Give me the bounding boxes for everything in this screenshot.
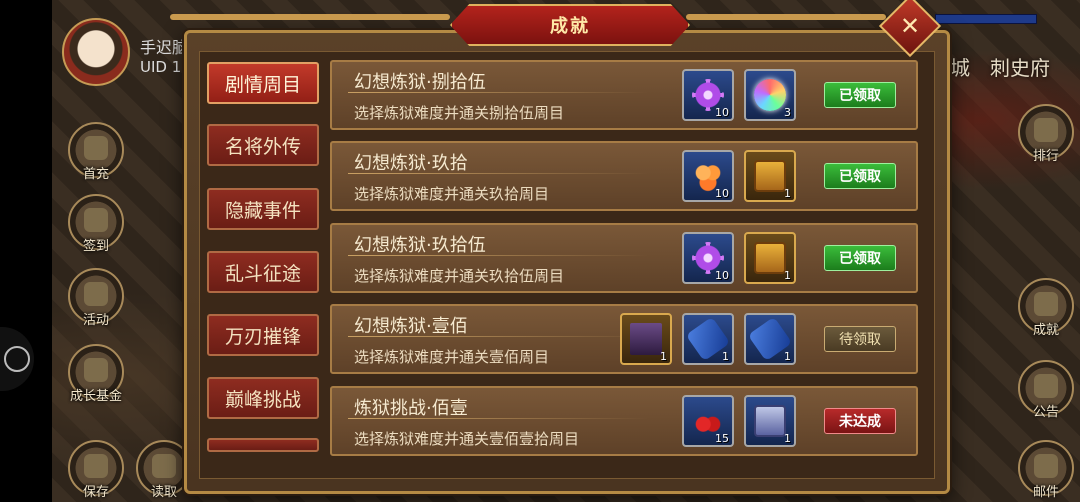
player-name: 手迟脑 [140, 38, 189, 57]
row-divider [348, 418, 648, 419]
ranking-icon [1034, 118, 1058, 142]
silver-chest-icon [754, 405, 786, 437]
reward-count: 1 [784, 350, 791, 363]
ranking-button[interactable]: 排行 [1018, 104, 1074, 164]
sign-in-button[interactable]: 签到 [68, 194, 124, 254]
notice-label: 公告 [1032, 405, 1059, 420]
hero-portrait-icon [630, 323, 662, 355]
achievement-button[interactable]: 成就 [1018, 278, 1074, 338]
reward-item[interactable]: 1 [744, 313, 796, 365]
load-label: 读取 [150, 485, 177, 500]
dialog-title: 成就 [550, 16, 590, 37]
event-label: 活动 [82, 313, 109, 328]
achievement-row: 幻想炼狱·玖拾伍 选择炼狱难度并通关玖拾伍周目 10 1 已领取 [330, 223, 918, 293]
status-claimed-button[interactable]: 已领取 [824, 82, 896, 108]
reward-item[interactable]: 1 [744, 150, 796, 202]
reward-item[interactable]: 1 [744, 395, 796, 447]
player-avatar[interactable] [62, 18, 130, 86]
notice-icon [1034, 374, 1058, 398]
mail-icon [1034, 454, 1058, 478]
achievement-row: 幻想炼狱·捌拾伍 选择炼狱难度并通关捌拾伍周目 10 3 已领取 [330, 60, 918, 130]
gold-chest-icon [754, 242, 786, 274]
achievement-title: 幻想炼狱·玖拾 [354, 153, 468, 174]
mail-label: 邮件 [1032, 485, 1059, 500]
achievement-icon [1034, 292, 1058, 316]
progress-bar [935, 14, 1037, 24]
tab-hidden-events[interactable]: 隐藏事件 [207, 188, 319, 230]
row-divider [348, 336, 648, 337]
event-icon [84, 282, 108, 306]
notice-button[interactable]: 公告 [1018, 360, 1074, 420]
achievement-desc: 选择炼狱难度并通关壹佰周目 [354, 348, 550, 366]
sign-in-label: 签到 [82, 239, 109, 254]
mail-button[interactable]: 邮件 [1018, 440, 1074, 500]
first-charge-icon [84, 136, 108, 160]
save-button[interactable]: 保存 [68, 440, 124, 500]
gold-chest-icon [754, 160, 786, 192]
reward-count: 1 [784, 269, 791, 282]
reward-count: 3 [784, 106, 791, 119]
event-button[interactable]: 活动 [68, 268, 124, 328]
achievement-row: 炼狱挑战·佰壹 选择炼狱难度并通关壹佰壹拾周目 15 1 未达成 [330, 386, 918, 456]
title-wing-right [686, 14, 886, 20]
growth-fund-icon [84, 358, 108, 382]
achievement-label: 成就 [1032, 323, 1059, 338]
reward-item[interactable]: 1 [744, 232, 796, 284]
save-label: 保存 [82, 485, 109, 500]
reward-count: 10 [715, 269, 729, 282]
achievement-desc: 选择炼狱难度并通关捌拾伍周目 [354, 104, 565, 122]
reward-item[interactable]: 10 [682, 150, 734, 202]
tab-peak-challenge[interactable]: 巅峰挑战 [207, 377, 319, 419]
achievement-desc: 选择炼狱难度并通关壹佰壹拾周目 [354, 430, 580, 448]
close-icon: ✕ [899, 11, 921, 40]
achievement-row: 幻想炼狱·壹佰 选择炼狱难度并通关壹佰周目 1 1 1 待领取 [330, 304, 918, 374]
location-label-2[interactable]: 刺史府 [990, 52, 1050, 81]
growth-fund-label: 成长基金 [70, 389, 123, 404]
sign-in-icon [84, 208, 108, 232]
achievement-title: 炼狱挑战·佰壹 [354, 398, 468, 419]
row-divider [348, 255, 648, 256]
achievement-title: 幻想炼狱·玖拾伍 [354, 235, 486, 256]
row-divider [348, 92, 648, 93]
status-claimed-button[interactable]: 已领取 [824, 163, 896, 189]
status-unmet-button[interactable]: 未达成 [824, 408, 896, 434]
growth-fund-button[interactable]: 成长基金 [68, 344, 124, 404]
ranking-label: 排行 [1032, 149, 1059, 164]
row-divider [348, 173, 648, 174]
reward-count: 1 [784, 187, 791, 200]
load-icon [152, 454, 176, 478]
status-pending-button[interactable]: 待领取 [824, 326, 896, 352]
tab-blade-assault[interactable]: 万刃摧锋 [207, 314, 319, 356]
left-black-strip [0, 0, 52, 502]
reward-item[interactable]: 15 [682, 395, 734, 447]
reward-count: 1 [722, 350, 729, 363]
dialog-title-plate: 成就 [450, 4, 690, 46]
achievement-desc: 选择炼狱难度并通关玖拾周目 [354, 185, 550, 203]
save-icon [84, 454, 108, 478]
reward-count: 15 [715, 432, 729, 445]
achievement-row: 幻想炼狱·玖拾 选择炼狱难度并通关玖拾周目 10 1 已领取 [330, 141, 918, 211]
tab-more-partial[interactable] [207, 438, 319, 452]
reward-count: 1 [660, 350, 667, 363]
tool-icon [4, 346, 30, 372]
reward-count: 1 [784, 432, 791, 445]
reward-count: 10 [715, 187, 729, 200]
tab-famous-generals[interactable]: 名将外传 [207, 124, 319, 166]
reward-item[interactable]: 10 [682, 232, 734, 284]
status-claimed-button[interactable]: 已领取 [824, 245, 896, 271]
reward-count: 10 [715, 106, 729, 119]
reward-item[interactable]: 1 [682, 313, 734, 365]
tab-story-cycle[interactable]: 剧情周目 [207, 62, 319, 104]
reward-item[interactable]: 3 [744, 69, 796, 121]
first-charge-button[interactable]: 首充 [68, 122, 124, 182]
reward-item[interactable]: 10 [682, 69, 734, 121]
achievement-desc: 选择炼狱难度并通关玖拾伍周目 [354, 267, 565, 285]
first-charge-label: 首充 [82, 167, 109, 182]
rainbow-orb-icon [754, 79, 786, 111]
achievement-title: 幻想炼狱·捌拾伍 [354, 72, 486, 93]
reward-item[interactable]: 1 [620, 313, 672, 365]
tab-brawl-journey[interactable]: 乱斗征途 [207, 251, 319, 293]
title-wing-left [170, 14, 450, 20]
achievement-title: 幻想炼狱·壹佰 [354, 316, 468, 337]
